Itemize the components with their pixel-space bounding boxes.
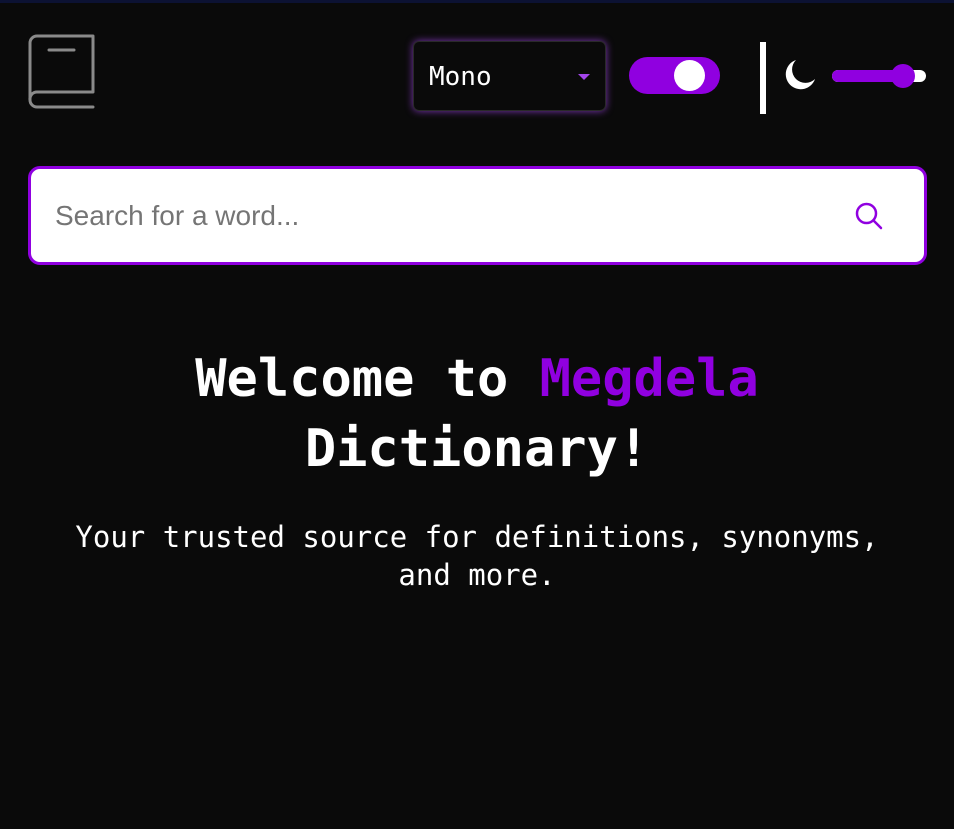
font-select-value: Mono: [429, 62, 492, 92]
book-icon[interactable]: [28, 34, 96, 110]
chevron-down-icon: [578, 74, 590, 80]
search-input[interactable]: [55, 191, 815, 241]
header-divider: [760, 42, 766, 114]
theme-slider[interactable]: [832, 64, 928, 88]
slider-thumb[interactable]: [891, 64, 915, 88]
theme-toggle[interactable]: [629, 57, 720, 94]
toggle-knob: [674, 60, 705, 91]
welcome-heading: Welcome to Megdela Dictionary!: [0, 344, 954, 484]
brand-name: Megdela: [539, 349, 759, 409]
search-icon[interactable]: [854, 201, 884, 231]
tagline: Your trusted source for definitions, syn…: [75, 520, 879, 592]
moon-icon: [785, 60, 815, 90]
welcome-title-prefix: Welcome to: [195, 349, 540, 409]
font-select[interactable]: Mono: [413, 41, 606, 111]
search-bar: [28, 166, 927, 265]
top-accent-line: [0, 0, 954, 3]
welcome-title-suffix: Dictionary!: [304, 419, 650, 479]
